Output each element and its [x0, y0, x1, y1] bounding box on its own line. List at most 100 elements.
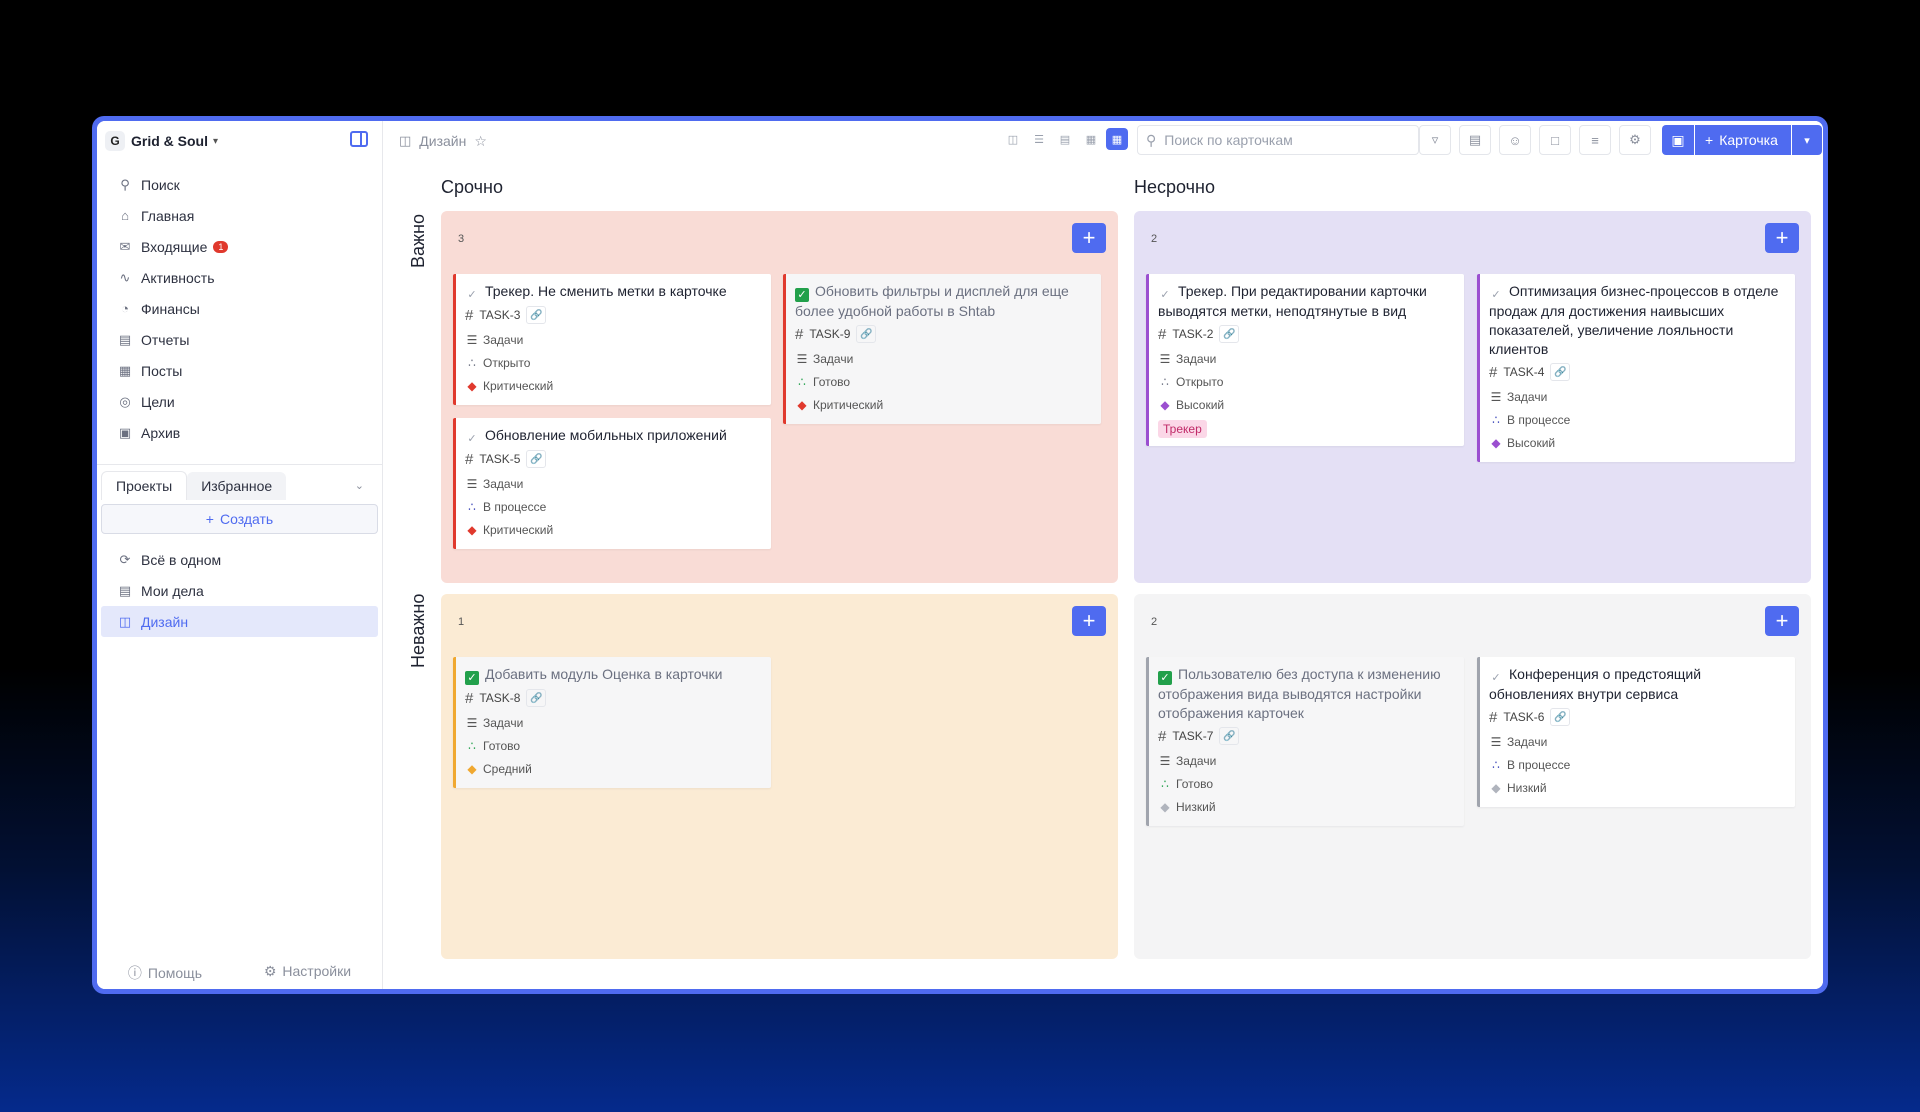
nav-finance[interactable]: ◔ Финансы	[97, 293, 382, 324]
tab-favorites[interactable]: Избранное	[187, 471, 287, 500]
task-card[interactable]: ✓ Обновить фильтры и дисплей для еще боле…	[783, 274, 1101, 424]
project-my-tasks[interactable]: ▤ Мои дела	[101, 575, 378, 606]
checkbox-icon[interactable]: ✓	[1489, 288, 1503, 302]
task-card[interactable]: ✓ Добавить модуль Оценка в карточки # TASK…	[453, 657, 771, 788]
list-view-icon[interactable]: ☰	[1028, 128, 1050, 150]
filter-icon[interactable]: ▿	[1419, 125, 1451, 155]
collapse-icon[interactable]: ⌄	[355, 479, 364, 492]
task-card[interactable]: ✓ Пользователю без доступа к изменению от…	[1146, 657, 1464, 826]
checkbox-icon[interactable]: ✓	[1489, 671, 1503, 685]
nav-label: Финансы	[141, 300, 200, 317]
column-heading-not-urgent: Несрочно	[1134, 177, 1215, 197]
card-priority-label: Критический	[483, 378, 554, 393]
list-icon: ☰	[466, 476, 478, 491]
nav-label: Архив	[141, 424, 181, 441]
list-icon: ☰	[466, 332, 478, 347]
workspace-switcher[interactable]: G Grid & Soul ▾	[97, 123, 382, 159]
gantt-view-icon[interactable]: ▤	[1054, 128, 1076, 150]
add-card-button[interactable]: +	[1072, 223, 1106, 253]
hash-icon: #	[465, 306, 474, 324]
sidebar-tabs: Проекты Избранное ⌄	[101, 471, 378, 500]
search-box: ⚲	[1137, 125, 1419, 155]
status-icon: ∴	[1161, 776, 1169, 791]
nav-posts[interactable]: ▦ Посты	[97, 355, 382, 386]
link-icon[interactable]: 🔗	[856, 325, 877, 343]
matrix-view-icon[interactable]: ▦	[1106, 128, 1128, 150]
card-type: ☰ Задачи	[795, 347, 1093, 370]
checkbox-checked-icon[interactable]: ✓	[795, 288, 809, 302]
calendar-icon[interactable]: ▤	[1459, 125, 1491, 155]
nav-reports[interactable]: ▤ Отчеты	[97, 324, 382, 355]
timer-button[interactable]: ▣	[1662, 125, 1694, 155]
task-id-row: # TASK-5 🔗	[465, 446, 763, 472]
settings-link[interactable]: ⚙ Настройки	[264, 963, 351, 983]
link-icon[interactable]: 🔗	[1550, 708, 1571, 726]
gear-icon[interactable]: ⚙	[1619, 125, 1651, 155]
search-input[interactable]	[1164, 132, 1385, 148]
link-icon[interactable]: 🔗	[526, 306, 547, 324]
create-project-button[interactable]: + Создать	[101, 504, 378, 534]
card-title-row: ✓ Обновление мобильных приложений	[465, 426, 763, 446]
task-card[interactable]: ✓ Обновление мобильных приложений # TASK-5…	[453, 418, 771, 549]
checkbox-icon[interactable]: ✓	[465, 432, 479, 446]
tab-projects[interactable]: Проекты	[101, 471, 188, 500]
task-card[interactable]: ✓ Оптимизация бизнес-процессов в отделе п…	[1477, 274, 1795, 462]
priority-icon: ◆	[1160, 799, 1170, 814]
new-card-button[interactable]: + Карточка	[1695, 125, 1791, 155]
checkbox-icon[interactable]: ✓	[465, 288, 479, 302]
inbox-icon: ✉	[119, 238, 131, 254]
nav-activity[interactable]: ∿ Активность	[97, 262, 382, 293]
task-card[interactable]: ✓ Трекер. При редактировании карточки выв…	[1146, 274, 1464, 446]
card-title-row: ✓ Трекер. При редактировании карточки выв…	[1158, 282, 1456, 321]
calendar-view-icon[interactable]: ▦	[1080, 128, 1102, 150]
link-icon[interactable]: 🔗	[1550, 363, 1571, 381]
card-status: ∴ Открыто	[1158, 370, 1456, 393]
card-title-row: ✓ Оптимизация бизнес-процессов в отделе п…	[1489, 282, 1787, 359]
star-icon[interactable]: ☆	[474, 133, 487, 150]
add-card-button[interactable]: +	[1765, 223, 1799, 253]
card-status: ∴ В процессе	[1489, 753, 1787, 776]
card-tag[interactable]: Трекер	[1158, 420, 1207, 438]
task-id-row: # TASK-4 🔗	[1489, 359, 1787, 385]
checkbox-checked-icon[interactable]: ✓	[465, 671, 479, 685]
sidebar-toggle-icon[interactable]	[350, 131, 368, 147]
link-icon[interactable]: 🔗	[1219, 727, 1240, 745]
nav-inbox[interactable]: ✉ Входящие 1	[97, 231, 382, 262]
checkbox-icon[interactable]: ✓	[1158, 288, 1172, 302]
quadrant-not-urgent-important: 2 + ✓ Трекер. При редактировании карточки…	[1134, 211, 1811, 583]
nav-archive[interactable]: ▣ Архив	[97, 417, 382, 448]
card-type: ☰ Задачи	[1489, 385, 1787, 408]
add-card-button[interactable]: +	[1072, 606, 1106, 636]
list-icon: ☰	[1490, 734, 1502, 749]
project-design[interactable]: ◫ Дизайн	[101, 606, 378, 637]
workspace-avatar: G	[105, 131, 125, 151]
nav-goals[interactable]: ◎ Цели	[97, 386, 382, 417]
card-priority: ◆ Низкий	[1489, 776, 1787, 799]
inbox-badge: 1	[213, 240, 229, 253]
help-link[interactable]: ⓘ Помощь	[128, 963, 202, 983]
add-card-button[interactable]: +	[1765, 606, 1799, 636]
posts-icon: ▦	[118, 362, 132, 378]
sliders-icon[interactable]: ≡	[1579, 125, 1611, 155]
card-type-label: Задачи	[1507, 734, 1548, 749]
users-icon[interactable]: ☺	[1499, 125, 1531, 155]
link-icon[interactable]: 🔗	[1219, 325, 1240, 343]
checkbox-checked-icon[interactable]: ✓	[1158, 671, 1172, 685]
chevron-down-icon[interactable]: ▾	[1792, 125, 1822, 155]
task-card[interactable]: ✓ Трекер. Не сменить метки в карточке # TA…	[453, 274, 771, 405]
basket-icon[interactable]: □	[1539, 125, 1571, 155]
breadcrumb[interactable]: Дизайн	[419, 133, 466, 149]
plus-icon: +	[1705, 132, 1714, 148]
nav-home[interactable]: ⌂ Главная	[97, 200, 382, 231]
card-type: ☰ Задачи	[465, 711, 763, 734]
link-icon[interactable]: 🔗	[526, 689, 547, 707]
task-card[interactable]: ✓ Конференция о предстоящий обновлениях в…	[1477, 657, 1795, 807]
card-type: ☰ Задачи	[465, 328, 763, 351]
link-icon[interactable]: 🔗	[526, 450, 547, 468]
project-all-in-one[interactable]: ⟳ Всё в одном	[101, 544, 378, 575]
kanban-view-icon[interactable]: ◫	[1002, 128, 1024, 150]
nav-search[interactable]: ⚲ Поиск	[97, 169, 382, 200]
hash-icon: #	[1158, 727, 1167, 745]
card-type: ☰ Задачи	[1158, 749, 1456, 772]
create-label: Создать	[219, 511, 274, 527]
